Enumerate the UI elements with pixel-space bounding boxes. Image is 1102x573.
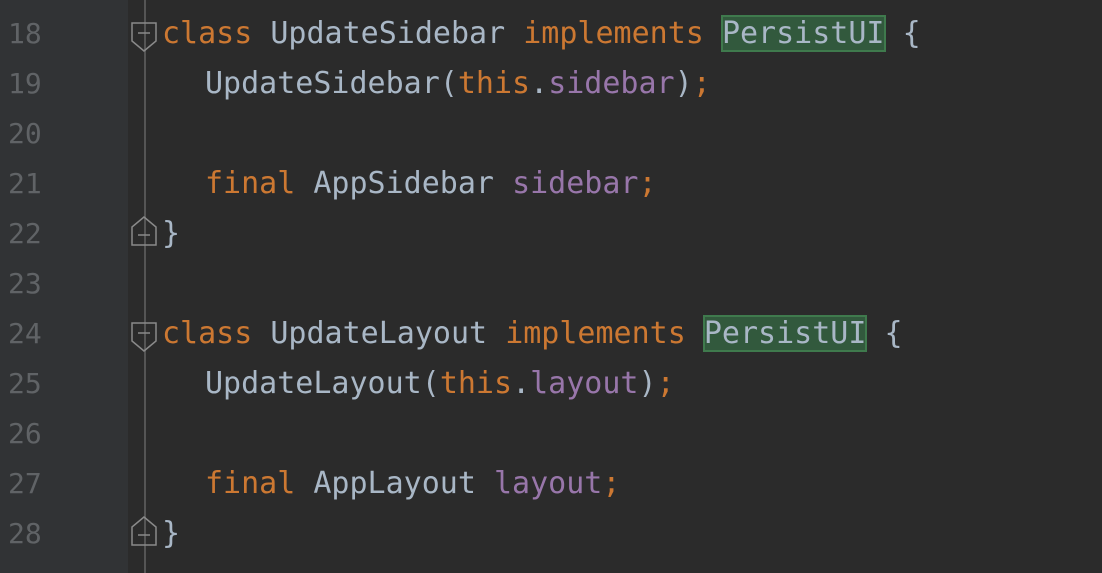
- paren: (: [439, 66, 458, 101]
- line-number: 19: [8, 67, 42, 100]
- code-text[interactable]: final AppLayout layout;: [205, 468, 620, 500]
- keyword: class: [162, 16, 253, 51]
- line-number: 22: [8, 217, 42, 250]
- line-number: 25: [8, 367, 42, 400]
- code-text[interactable]: final AppSidebar sidebar;: [205, 168, 657, 200]
- class-name: UpdateLayout: [270, 316, 488, 351]
- dot: .: [512, 366, 531, 401]
- code-line[interactable]: 24 class UpdateLayout implements Persist…: [0, 300, 1102, 352]
- keyword: final: [205, 466, 296, 501]
- constructor-name: UpdateLayout: [205, 366, 422, 401]
- code-text[interactable]: }: [162, 518, 180, 550]
- fold-end-icon[interactable]: [131, 216, 157, 246]
- semicolon: ;: [638, 166, 657, 201]
- code-text[interactable]: UpdateLayout(this.layout);: [205, 368, 675, 400]
- type-name: AppLayout: [313, 466, 476, 501]
- line-number: 26: [8, 417, 42, 450]
- brace: }: [162, 516, 181, 551]
- dot: .: [530, 66, 549, 101]
- fold-collapse-icon[interactable]: [131, 22, 157, 52]
- line-number: 23: [8, 267, 42, 300]
- paren: ): [674, 66, 693, 101]
- brace: {: [884, 316, 903, 351]
- code-line[interactable]: 19 UpdateSidebar(this.sidebar);: [0, 50, 1102, 100]
- line-number: 21: [8, 167, 42, 200]
- keyword: implements: [505, 316, 686, 351]
- code-line[interactable]: 20: [0, 100, 1102, 150]
- field-name: sidebar: [512, 166, 639, 201]
- code-line[interactable]: 22 }: [0, 200, 1102, 250]
- code-text[interactable]: class UpdateLayout implements PersistUI …: [162, 315, 903, 352]
- code-line[interactable]: 27 final AppLayout layout;: [0, 450, 1102, 500]
- code-editor[interactable]: 18 class UpdateSidebar implements Persis…: [0, 0, 1102, 573]
- code-text[interactable]: }: [162, 218, 180, 250]
- semicolon: ;: [656, 366, 675, 401]
- line-number: 27: [8, 467, 42, 500]
- code-line[interactable]: 28 }: [0, 500, 1102, 550]
- constructor-name: UpdateSidebar: [205, 66, 440, 101]
- keyword: implements: [523, 16, 704, 51]
- paren: (: [421, 366, 440, 401]
- field-ref: sidebar: [548, 66, 675, 101]
- keyword: class: [162, 316, 253, 351]
- paren: ): [638, 366, 657, 401]
- brace: {: [902, 16, 921, 51]
- code-text[interactable]: class UpdateSidebar implements PersistUI…: [162, 15, 921, 52]
- line-number: 28: [8, 517, 42, 550]
- fold-end-icon[interactable]: [131, 516, 157, 546]
- semicolon: ;: [602, 466, 621, 501]
- interface-name-highlighted[interactable]: PersistUI: [702, 315, 868, 352]
- field-name: layout: [494, 466, 603, 501]
- keyword: this: [439, 366, 513, 401]
- field-ref: layout: [530, 366, 639, 401]
- line-number: 20: [8, 117, 42, 150]
- line-number: 18: [8, 17, 42, 50]
- line-number: 24: [8, 317, 42, 350]
- brace: }: [162, 216, 181, 251]
- code-line[interactable]: 21 final AppSidebar sidebar;: [0, 150, 1102, 200]
- code-line[interactable]: 26: [0, 400, 1102, 450]
- code-text[interactable]: UpdateSidebar(this.sidebar);: [205, 68, 711, 100]
- keyword: final: [205, 166, 296, 201]
- fold-collapse-icon[interactable]: [131, 322, 157, 352]
- semicolon: ;: [692, 66, 711, 101]
- keyword: this: [457, 66, 531, 101]
- code-line[interactable]: 23: [0, 250, 1102, 300]
- type-name: AppSidebar: [313, 166, 494, 201]
- interface-name-highlighted[interactable]: PersistUI: [720, 15, 886, 52]
- code-line[interactable]: 18 class UpdateSidebar implements Persis…: [0, 0, 1102, 52]
- class-name: UpdateSidebar: [270, 16, 506, 51]
- code-line[interactable]: 25 UpdateLayout(this.layout);: [0, 350, 1102, 400]
